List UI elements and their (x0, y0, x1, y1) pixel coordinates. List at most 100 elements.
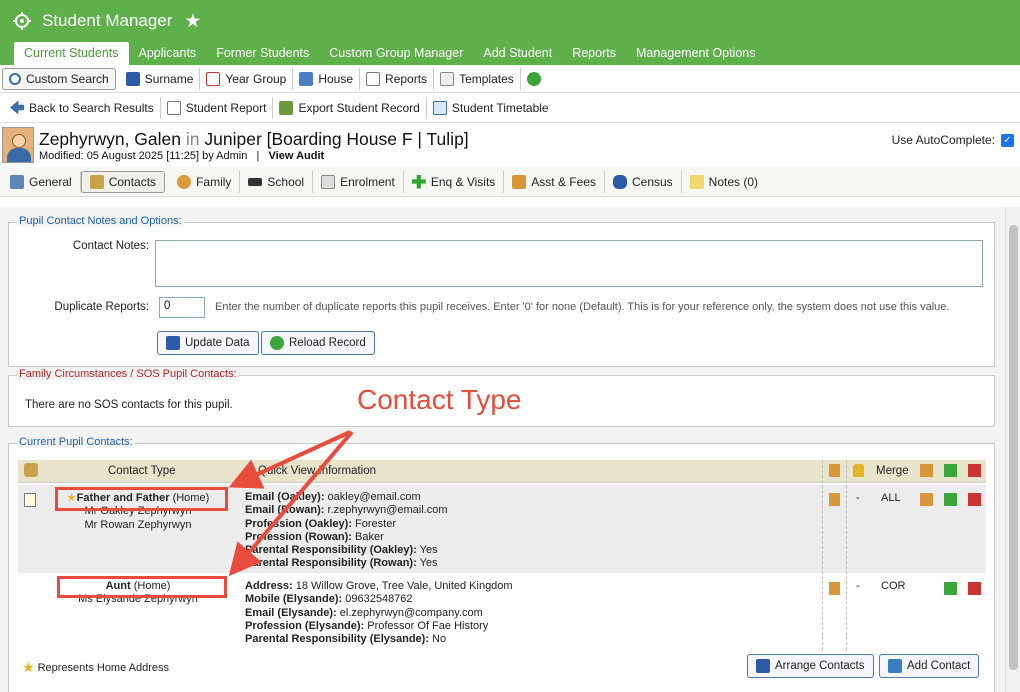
quick-view-cell: Address: 18 Willow Grove, Tree Vale, Uni… (245, 580, 513, 646)
section-legend: Family Circumstances / SOS Pupil Contact… (17, 368, 239, 380)
section-legend: Current Pupil Contacts: (17, 436, 135, 448)
lock-value: - (856, 580, 860, 592)
tab-reports[interactable]: Reports (562, 42, 626, 65)
scrollbar[interactable] (1005, 207, 1020, 692)
export-icon (279, 100, 294, 115)
tab-census[interactable]: Census (605, 170, 682, 193)
save-icon (166, 336, 180, 350)
general-icon (10, 174, 24, 189)
year-group-button[interactable]: Year Group (200, 67, 294, 90)
lock-value: - (856, 492, 860, 504)
contact-notes-section: Pupil Contact Notes and Options: Contact… (8, 215, 995, 367)
record-tabs: General Contacts Family School Enrolment… (0, 167, 1020, 197)
pupil-header: Zephyrwyn, Galen in Juniper [Boarding Ho… (0, 123, 1020, 167)
tab-contacts[interactable]: Contacts (80, 170, 166, 193)
graduation-cap-icon (248, 177, 263, 186)
record-toolbar: Back to Search Results Student Report Ex… (0, 93, 1020, 123)
autocomplete-checkbox[interactable]: ✓ (1001, 133, 1014, 147)
app-title: Student Manager (42, 11, 173, 30)
timetable-icon (432, 100, 447, 115)
clipboard-icon[interactable] (829, 582, 840, 595)
tab-enq-visits[interactable]: Enq & Visits (404, 170, 505, 193)
surname-button[interactable]: Surname (120, 67, 201, 90)
lock-icon (853, 464, 864, 477)
view-audit-link[interactable]: View Audit (269, 150, 325, 162)
clipboard-icon (829, 464, 840, 477)
tab-current-students[interactable]: Current Students (14, 42, 129, 65)
house-icon (299, 71, 314, 86)
section-legend: Pupil Contact Notes and Options: (17, 215, 184, 227)
column-divider (846, 460, 847, 650)
green-gear-icon (526, 71, 541, 86)
tab-notes[interactable]: Notes (0) (682, 171, 766, 193)
reload-record-button[interactable]: Reload Record (261, 331, 375, 355)
templates-button[interactable]: Templates (434, 67, 521, 90)
arrange-icon (756, 659, 770, 673)
settings-button[interactable] (521, 68, 552, 90)
tab-add-student[interactable]: Add Student (473, 42, 562, 65)
back-to-search-button[interactable]: Back to Search Results (4, 96, 161, 119)
export-record-button[interactable]: Export Student Record (273, 96, 427, 119)
contact-notes-label: Contact Notes: (72, 240, 149, 252)
enrolment-icon (321, 174, 336, 189)
tab-enrolment[interactable]: Enrolment (313, 170, 404, 193)
copy-icon[interactable] (920, 493, 933, 506)
back-arrow-icon (10, 100, 24, 115)
remove-icon[interactable] (968, 493, 981, 506)
gear-icon[interactable] (12, 11, 32, 31)
contact-type-header[interactable]: Contact Type (108, 465, 176, 477)
plus-icon (411, 174, 426, 189)
report-icon (366, 71, 381, 86)
home-address-legend: ★ Represents Home Address (22, 659, 170, 675)
sort-alpha-icon (125, 71, 140, 86)
tab-asst-fees[interactable]: Asst & Fees (504, 170, 605, 193)
tab-former-students[interactable]: Former Students (206, 42, 319, 65)
reports-button[interactable]: Reports (360, 67, 435, 90)
notes-icon (689, 174, 704, 189)
sort-icon[interactable] (24, 463, 38, 477)
student-report-button[interactable]: Student Report (161, 96, 274, 119)
tab-family[interactable]: Family (169, 170, 241, 193)
app-header: Student Manager ★ (0, 0, 1020, 42)
modified-info: Modified: 05 August 2025 [11:25] by Admi… (39, 149, 248, 162)
tab-custom-group-manager[interactable]: Custom Group Manager (319, 42, 473, 65)
document-icon[interactable] (24, 493, 36, 507)
tab-applicants[interactable]: Applicants (129, 42, 207, 65)
quick-view-header: Quick View Information (258, 465, 377, 477)
update-data-button[interactable]: Update Data (157, 331, 259, 355)
add-contact-button[interactable]: Add Contact (879, 654, 980, 678)
custom-search-button[interactable]: Custom Search (2, 67, 116, 90)
merge-value: ALL (881, 492, 901, 504)
reload-icon (270, 336, 284, 350)
remove-icon[interactable] (968, 582, 981, 595)
tab-management-options[interactable]: Management Options (626, 42, 766, 65)
favorite-star-icon[interactable]: ★ (184, 10, 201, 33)
sos-empty-text: There are no SOS contacts for this pupil… (25, 399, 233, 411)
tab-general[interactable]: General (2, 170, 81, 193)
house-button[interactable]: House (293, 67, 361, 90)
approve-icon (944, 464, 957, 477)
remove-icon (968, 464, 981, 477)
avatar (2, 127, 34, 163)
duplicate-reports-hint: Enter the number of duplicate reports th… (215, 301, 950, 313)
merge-value: COR (881, 580, 906, 592)
contact-notes-textarea[interactable] (155, 240, 983, 287)
merge-header: Merge (876, 465, 909, 477)
duplicate-reports-label: Duplicate Reports: (54, 301, 149, 313)
page-title: Zephyrwyn, Galen in Juniper [Boarding Ho… (39, 128, 469, 149)
duplicate-reports-input[interactable]: 0 (159, 297, 205, 318)
family-icon (177, 174, 192, 189)
annotation-highlight-box (57, 576, 227, 598)
column-divider (822, 460, 823, 650)
tab-school[interactable]: School (240, 170, 314, 193)
approve-icon[interactable] (944, 582, 957, 595)
clipboard-icon[interactable] (829, 493, 840, 506)
student-timetable-button[interactable]: Student Timetable (427, 97, 555, 119)
arrange-contacts-button[interactable]: Arrange Contacts (747, 654, 874, 678)
approve-icon[interactable] (944, 493, 957, 506)
autocomplete-toggle: Use AutoComplete: ✓ (892, 133, 1014, 147)
home-star-icon: ★ (22, 659, 35, 675)
envelope-icon (440, 71, 455, 86)
add-contact-icon (888, 659, 902, 673)
scrollbar-thumb[interactable] (1009, 225, 1018, 670)
